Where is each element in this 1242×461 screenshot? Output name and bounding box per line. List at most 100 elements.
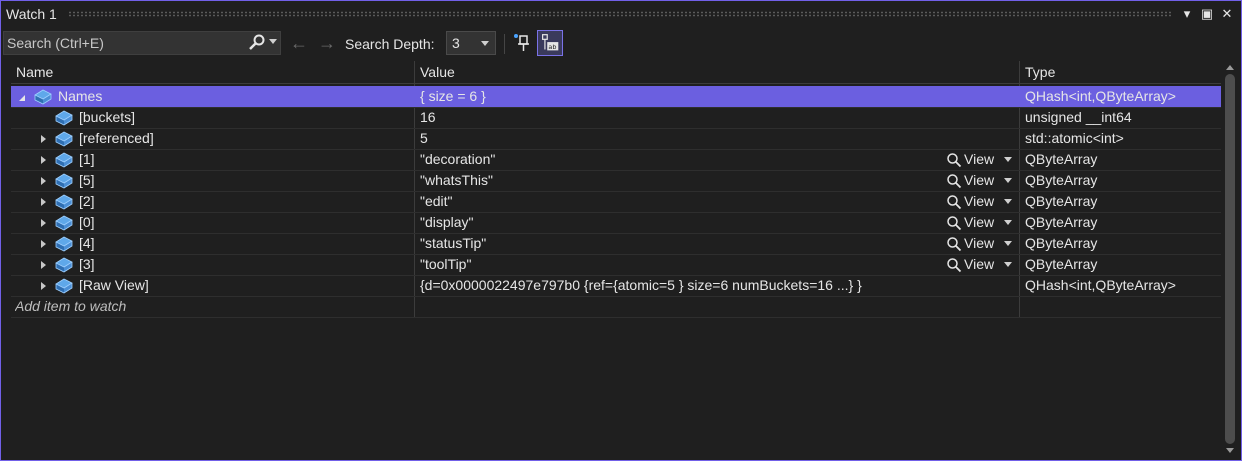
- chevron-down-icon[interactable]: [1004, 241, 1012, 246]
- watch-row[interactable]: [5] "whatsThis" View QByteArray: [11, 170, 1221, 192]
- expand-arrow-icon[interactable]: [38, 170, 50, 191]
- name-cell[interactable]: [referenced]: [11, 128, 413, 149]
- value-cell[interactable]: { size = 6 }: [416, 86, 1020, 107]
- visualizer-view-button[interactable]: View: [946, 149, 1016, 170]
- close-icon[interactable]: ✕: [1219, 5, 1235, 23]
- value-cell[interactable]: "toolTip": [416, 254, 1020, 275]
- value-cell[interactable]: "edit": [416, 191, 1020, 212]
- magnifier-icon: [946, 194, 962, 210]
- expand-arrow-icon[interactable]: [38, 212, 50, 233]
- object-icon: [54, 234, 74, 253]
- grid-header: Name Value Type: [11, 61, 1221, 84]
- name-cell[interactable]: [3]: [11, 254, 413, 275]
- view-label: View: [964, 235, 995, 251]
- hexadecimal-display-icon[interactable]: ab: [537, 30, 563, 56]
- type-cell[interactable]: QByteArray: [1021, 191, 1225, 212]
- variable-type: QByteArray: [1025, 193, 1098, 209]
- chevron-down-icon[interactable]: [1004, 199, 1012, 204]
- back-arrow-icon[interactable]: ←: [290, 33, 308, 54]
- watch-row[interactable]: [Raw View] {d=0x0000022497e797b0 {ref={at…: [11, 275, 1221, 297]
- pin-icon[interactable]: [511, 31, 535, 55]
- magnifier-icon: [946, 257, 962, 273]
- name-cell[interactable]: [Raw View]: [11, 275, 413, 296]
- variable-value: "edit": [420, 193, 453, 209]
- search-depth-select[interactable]: 3: [446, 31, 496, 55]
- visualizer-view-button[interactable]: View: [946, 212, 1016, 233]
- value-cell[interactable]: "whatsThis": [416, 170, 1020, 191]
- expand-arrow-icon[interactable]: [38, 149, 50, 170]
- scroll-up-icon[interactable]: [1226, 65, 1234, 70]
- search-input[interactable]: [7, 34, 237, 52]
- watch-row[interactable]: [1] "decoration" View QByteArray: [11, 149, 1221, 171]
- expand-arrow-icon[interactable]: [38, 275, 50, 296]
- view-label: View: [964, 256, 995, 272]
- name-cell[interactable]: [2]: [11, 191, 413, 212]
- magnifier-icon: [946, 173, 962, 189]
- value-cell[interactable]: "statusTip": [416, 233, 1020, 254]
- value-cell[interactable]: "decoration": [416, 149, 1020, 170]
- chevron-down-icon[interactable]: [1004, 178, 1012, 183]
- column-header-name[interactable]: Name: [11, 61, 53, 83]
- watch-row[interactable]: [0] "display" View QByteArray: [11, 212, 1221, 234]
- name-cell[interactable]: [buckets]: [11, 107, 413, 128]
- expand-arrow-icon[interactable]: [38, 254, 50, 275]
- forward-arrow-icon[interactable]: →: [318, 33, 336, 54]
- chevron-down-icon[interactable]: [1004, 157, 1012, 162]
- search-box[interactable]: [3, 31, 281, 55]
- watch-row[interactable]: [buckets] 16 unsigned __int64: [11, 107, 1221, 129]
- watch-row[interactable]: [2] "edit" View QByteArray: [11, 191, 1221, 213]
- chevron-down-icon[interactable]: [1004, 220, 1012, 225]
- type-cell[interactable]: QByteArray: [1021, 170, 1225, 191]
- name-cell[interactable]: [5]: [11, 170, 413, 191]
- variable-value: { size = 6 }: [420, 88, 486, 104]
- name-cell[interactable]: [1]: [11, 149, 413, 170]
- scrollbar-thumb[interactable]: [1225, 74, 1235, 444]
- expand-arrow-icon[interactable]: [38, 191, 50, 212]
- search-depth-value: 3: [452, 35, 460, 51]
- watch-row[interactable]: [referenced] 5 std::atomic<int>: [11, 128, 1221, 150]
- value-cell[interactable]: 16: [416, 107, 1020, 128]
- title-bar[interactable]: Watch 1 ▾ ▣ ✕: [1, 1, 1241, 27]
- type-cell[interactable]: QHash<int,QByteArray>: [1021, 86, 1225, 107]
- type-cell[interactable]: QByteArray: [1021, 254, 1225, 275]
- view-label: View: [964, 193, 995, 209]
- value-cell[interactable]: "display": [416, 212, 1020, 233]
- watch-row[interactable]: [4] "statusTip" View QByteArray: [11, 233, 1221, 255]
- scroll-down-icon[interactable]: [1226, 448, 1234, 453]
- type-cell[interactable]: std::atomic<int>: [1021, 128, 1225, 149]
- collapse-arrow-icon[interactable]: [17, 86, 29, 107]
- name-cell[interactable]: [0]: [11, 212, 413, 233]
- add-item-placeholder[interactable]: Add item to watch: [15, 296, 126, 317]
- variable-type: unsigned __int64: [1025, 109, 1132, 125]
- add-item-row[interactable]: Add item to watch: [11, 296, 1221, 318]
- type-cell[interactable]: QHash<int,QByteArray>: [1021, 275, 1225, 296]
- visualizer-view-button[interactable]: View: [946, 191, 1016, 212]
- name-cell[interactable]: [4]: [11, 233, 413, 254]
- column-header-type[interactable]: Type: [1020, 61, 1055, 83]
- vertical-scrollbar[interactable]: [1222, 61, 1239, 459]
- search-icon[interactable]: [246, 33, 268, 53]
- watch-row[interactable]: Names { size = 6 } QHash<int,QByteArray>: [11, 86, 1221, 108]
- type-cell[interactable]: unsigned __int64: [1021, 107, 1225, 128]
- drag-grip[interactable]: [68, 11, 1171, 17]
- watch-row[interactable]: [3] "toolTip" View QByteArray: [11, 254, 1221, 276]
- object-icon: [54, 276, 74, 295]
- search-options-chevron-down-icon[interactable]: [269, 39, 277, 44]
- expand-arrow-icon[interactable]: [38, 233, 50, 254]
- chevron-down-icon[interactable]: [1004, 262, 1012, 267]
- value-cell[interactable]: 5: [416, 128, 1020, 149]
- variable-name: [buckets]: [79, 109, 136, 125]
- visualizer-view-button[interactable]: View: [946, 170, 1016, 191]
- type-cell[interactable]: QByteArray: [1021, 212, 1225, 233]
- maximize-icon[interactable]: ▣: [1199, 5, 1215, 23]
- name-cell[interactable]: Names: [11, 86, 413, 107]
- value-cell[interactable]: {d=0x0000022497e797b0 {ref={atomic=5 } s…: [416, 275, 1020, 296]
- variable-value: "display": [420, 214, 474, 230]
- expand-arrow-icon[interactable]: [38, 128, 50, 149]
- visualizer-view-button[interactable]: View: [946, 233, 1016, 254]
- type-cell[interactable]: QByteArray: [1021, 149, 1225, 170]
- column-header-value[interactable]: Value: [415, 61, 455, 83]
- visualizer-view-button[interactable]: View: [946, 254, 1016, 275]
- window-menu-dropdown-icon[interactable]: ▾: [1179, 5, 1195, 23]
- type-cell[interactable]: QByteArray: [1021, 233, 1225, 254]
